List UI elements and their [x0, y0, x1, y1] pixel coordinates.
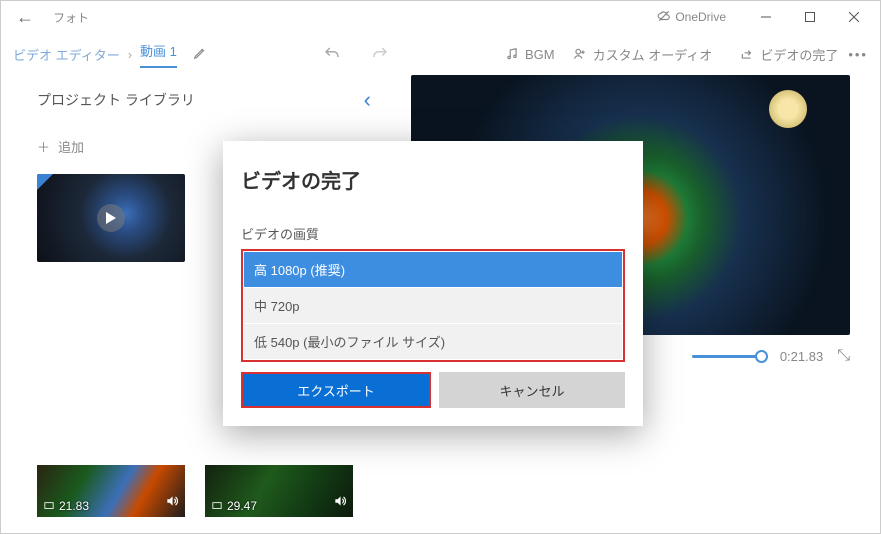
sound-icon[interactable]: [165, 494, 179, 513]
library-title: プロジェクト ライブラリ: [37, 90, 195, 110]
bgm-button[interactable]: BGM: [505, 47, 555, 62]
undo-button[interactable]: [323, 45, 341, 63]
toolbar: ビデオ エディター › 動画 1 BGM カスタム オーディオ ビデオの完了 •…: [1, 33, 880, 75]
export-dialog: ビデオの完了 ビデオの画質 高 1080p (推奨) 中 720p 低 540p…: [223, 141, 643, 426]
finish-video-button[interactable]: ビデオの完了: [740, 45, 838, 64]
redo-button[interactable]: [371, 45, 389, 63]
clip-duration: 21.83: [43, 499, 89, 513]
custom-audio-label: カスタム オーディオ: [593, 45, 713, 64]
plus-icon: ＋: [37, 137, 50, 156]
fullscreen-icon[interactable]: ⤡: [837, 347, 850, 365]
add-label: 追加: [58, 137, 84, 156]
maximize-button[interactable]: [788, 1, 832, 33]
timeline-slider[interactable]: [692, 355, 762, 358]
play-icon[interactable]: [97, 204, 125, 232]
library-thumbnail[interactable]: [37, 174, 185, 262]
quality-option-high[interactable]: 高 1080p (推奨): [244, 252, 622, 287]
finish-label: ビデオの完了: [760, 45, 838, 64]
close-button[interactable]: [832, 1, 876, 33]
storyboard: 21.83 29.47: [37, 465, 353, 517]
quality-option-low[interactable]: 低 540p (最小のファイル サイズ): [244, 323, 622, 359]
project-name[interactable]: 動画 1: [140, 41, 177, 68]
titlebar: ← フォト OneDrive: [1, 1, 880, 33]
collapse-icon[interactable]: ‹: [364, 87, 371, 113]
minimize-button[interactable]: [744, 1, 788, 33]
more-button[interactable]: •••: [848, 47, 868, 62]
custom-audio-button[interactable]: カスタム オーディオ: [573, 45, 713, 64]
time-label: 0:21.83: [780, 349, 823, 364]
bgm-label: BGM: [525, 47, 555, 62]
selected-corner-icon: [37, 174, 53, 190]
quality-option-medium[interactable]: 中 720p: [244, 287, 622, 323]
cancel-button[interactable]: キャンセル: [439, 372, 625, 408]
quality-label: ビデオの画質: [241, 224, 625, 243]
back-button[interactable]: ←: [5, 7, 45, 28]
clip-item[interactable]: 29.47: [205, 465, 353, 517]
chevron-right-icon: ›: [128, 47, 132, 62]
cloud-icon: [657, 9, 671, 26]
clip-item[interactable]: 21.83: [37, 465, 185, 517]
app-title: フォト: [53, 9, 89, 26]
clip-duration: 29.47: [211, 499, 257, 513]
export-button-highlight: エクスポート: [241, 372, 431, 408]
sound-icon[interactable]: [333, 494, 347, 513]
dialog-title: ビデオの完了: [241, 165, 625, 194]
quality-options: 高 1080p (推奨) 中 720p 低 540p (最小のファイル サイズ): [241, 249, 625, 362]
breadcrumb[interactable]: ビデオ エディター: [13, 45, 120, 64]
onedrive-label: OneDrive: [675, 10, 726, 24]
export-button[interactable]: エクスポート: [243, 374, 429, 406]
slider-knob[interactable]: [755, 350, 768, 363]
onedrive-status[interactable]: OneDrive: [657, 9, 726, 26]
edit-icon[interactable]: [193, 46, 207, 63]
